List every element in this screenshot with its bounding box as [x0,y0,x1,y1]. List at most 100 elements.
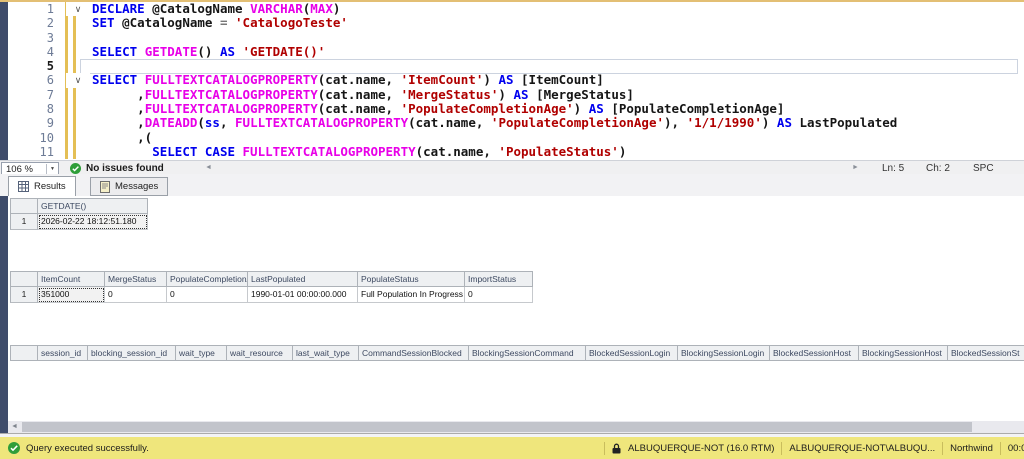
code-line[interactable]: 8 ,FULLTEXTCATALOGPROPERTY(cat.name, 'Po… [8,102,1024,116]
scroll-left-arrow-icon[interactable]: ◄ [8,421,21,433]
status-insert-mode: SPC [973,163,994,174]
code-text: ,( [90,131,152,145]
grid-corner-cell [10,271,38,287]
column-header[interactable]: BlockedSessionHost [770,345,859,361]
line-number: 7 [8,88,66,102]
grid-cell[interactable]: 351000 [38,287,105,303]
query-duration: 00:00:00 [1008,443,1024,454]
column-header[interactable]: wait_type [176,345,227,361]
fold-chevron-icon[interactable]: ∨ [66,73,90,87]
editor-scroll-right-icon[interactable]: ► [852,164,859,172]
grid-sessions: session_idblocking_session_idwait_typewa… [10,345,1024,361]
results-horizontal-scrollbar[interactable]: ◄ [8,421,1024,433]
fold-margin [66,131,90,145]
column-header[interactable]: BlockingSessionLogin [678,345,770,361]
code-line[interactable]: 10 ,( [8,131,1024,145]
line-number: 10 [8,131,66,145]
code-line[interactable]: 1∨DECLARE @CatalogName VARCHAR(MAX) [8,2,1024,16]
query-status-right: ALBUQUERQUE-NOT (16.0 RTM) ALBUQUERQUE-N… [604,437,1024,459]
code-line[interactable]: 11 SELECT CASE FULLTEXTCATALOGPROPERTY(c… [8,145,1024,159]
column-header[interactable]: session_id [38,345,88,361]
column-header[interactable]: blocking_session_id [88,345,176,361]
code-editor[interactable]: 1∨DECLARE @CatalogName VARCHAR(MAX)2SET … [8,2,1024,160]
fold-margin [66,45,90,59]
column-header[interactable]: BlockingSessionCommand [469,345,586,361]
editor-status-strip: 106 % ▼ No issues found ◄ ► Ln: 5 Ch: 2 … [0,160,1024,175]
left-edge-strip [0,2,8,437]
code-text: ,DATEADD(ss, FULLTEXTCATALOGPROPERTY(cat… [90,116,897,130]
code-text: ,FULLTEXTCATALOGPROPERTY(cat.name, 'Popu… [90,102,784,116]
row-header[interactable]: 1 [10,287,38,303]
code-text: DECLARE @CatalogName VARCHAR(MAX) [90,2,340,16]
query-status-left: Query executed successfully. [8,437,149,459]
status-line-number: Ln: 5 [882,163,904,174]
database-name[interactable]: Northwind [950,443,993,454]
code-line[interactable]: 4SELECT GETDATE() AS 'GETDATE()' [8,45,1024,59]
grid-catalog-properties: ItemCountMergeStatusPopulateCompletionAg… [10,271,533,303]
results-tab-bar: Results Messages [0,174,1024,196]
grid-getdate: GETDATE()12026-02-22 18:12:51.180 [10,198,148,230]
statusbar-separator [781,442,782,455]
tab-messages-label: Messages [115,181,158,192]
fold-margin [66,116,90,130]
code-text: SELECT FULLTEXTCATALOGPROPERTY(cat.name,… [90,73,604,87]
row-header[interactable]: 1 [10,214,38,230]
column-header[interactable]: PopulateStatus [358,271,465,287]
query-status-bar: Query executed successfully. ALBUQUERQUE… [0,437,1024,459]
scrollbar-thumb[interactable] [22,422,972,432]
health-indicator[interactable]: No issues found [70,161,164,175]
column-header[interactable]: CommandSessionBlocked [359,345,469,361]
line-number: 8 [8,102,66,116]
line-number: 4 [8,45,66,59]
fold-margin [66,31,90,45]
code-line[interactable]: 5 [8,59,1024,73]
column-header[interactable]: PopulateCompletionAge [167,271,248,287]
fold-margin [66,102,90,116]
code-text: SET @CatalogName = 'CatalogoTeste' [90,16,348,30]
code-text [90,59,92,73]
code-line[interactable]: 9 ,DATEADD(ss, FULLTEXTCATALOGPROPERTY(c… [8,116,1024,130]
login-name[interactable]: ALBUQUERQUE-NOT\ALBUQU... [789,443,935,454]
column-header[interactable]: last_wait_type [293,345,359,361]
statusbar-separator [604,442,605,455]
column-header[interactable]: LastPopulated [248,271,358,287]
column-header[interactable]: BlockedSessionSt [948,345,1024,361]
code-lines: 1∨DECLARE @CatalogName VARCHAR(MAX)2SET … [8,2,1024,159]
code-text [90,31,92,45]
line-number: 1 [8,2,66,16]
column-header[interactable]: GETDATE() [38,198,148,214]
column-header[interactable]: ItemCount [38,271,105,287]
column-header[interactable]: BlockingSessionHost [859,345,948,361]
fold-margin [66,145,90,159]
code-line[interactable]: 6∨SELECT FULLTEXTCATALOGPROPERTY(cat.nam… [8,73,1024,87]
tab-results[interactable]: Results [8,176,76,196]
grid-corner-cell [10,345,38,361]
zoom-level: 106 % [2,164,46,175]
grid-cell[interactable]: 0 [465,287,533,303]
column-header[interactable]: ImportStatus [465,271,533,287]
column-header[interactable]: wait_resource [227,345,293,361]
grid-cell[interactable]: Full Population In Progress [358,287,465,303]
code-line[interactable]: 3 [8,31,1024,45]
line-number: 6 [8,73,66,87]
grid-cell[interactable]: 0 [105,287,167,303]
column-header[interactable]: MergeStatus [105,271,167,287]
grid-cell[interactable]: 0 [167,287,248,303]
fold-margin [66,59,90,73]
success-check-icon [8,442,20,454]
fold-chevron-icon[interactable]: ∨ [66,2,90,16]
statusbar-separator [942,442,943,455]
code-line[interactable]: 7 ,FULLTEXTCATALOGPROPERTY(cat.name, 'Me… [8,88,1024,102]
server-name[interactable]: ALBUQUERQUE-NOT (16.0 RTM) [628,443,774,454]
line-number: 3 [8,31,66,45]
grid-cell[interactable]: 1990-01-01 00:00:00.000 [248,287,358,303]
code-line[interactable]: 2SET @CatalogName = 'CatalogoTeste' [8,16,1024,30]
chevron-down-icon[interactable]: ▼ [46,164,58,175]
tab-messages[interactable]: Messages [90,177,168,196]
check-circle-icon [70,163,81,174]
grid-cell[interactable]: 2026-02-22 18:12:51.180 [38,214,148,230]
line-number: 9 [8,116,66,130]
column-header[interactable]: BlockedSessionLogin [586,345,678,361]
editor-scroll-left-icon[interactable]: ◄ [205,164,212,172]
messages-note-icon [100,181,110,193]
